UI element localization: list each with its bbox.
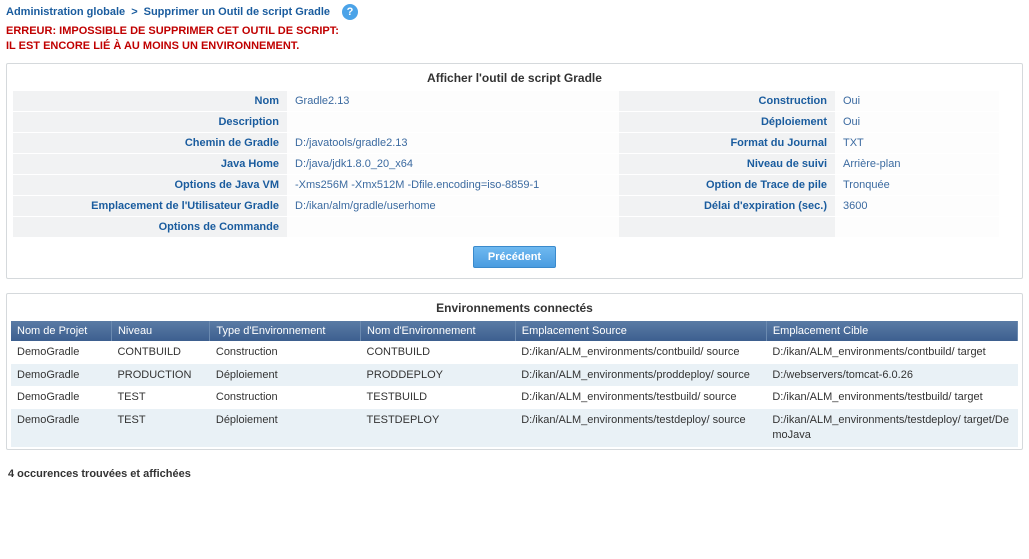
- env-result-count: 4 occurences trouvées et affichées: [6, 464, 1023, 486]
- breadcrumb-root-link[interactable]: Administration globale: [6, 6, 125, 18]
- cell-niveau: TEST: [111, 386, 209, 409]
- label-cmd-options: Options de Commande: [13, 217, 287, 238]
- tool-properties-grid: Nom Gradle2.13 Construction Oui Descript…: [13, 91, 1016, 238]
- value-java-vm-options: -Xms256M -Xmx512M -Dfile.encoding=iso-88…: [287, 175, 619, 196]
- label-niveau-suivi: Niveau de suivi: [619, 154, 835, 175]
- label-description: Description: [13, 112, 287, 133]
- cell-cible: D:/webservers/tomcat-6.0.26: [766, 364, 1017, 387]
- col-nomenv[interactable]: Nom d'Environnement: [361, 321, 516, 341]
- cell-niveau: PRODUCTION: [111, 364, 209, 387]
- label-java-home: Java Home: [13, 154, 287, 175]
- cell-cible: D:/ikan/ALM_environments/testbuild/ targ…: [766, 386, 1017, 409]
- env-panel-title: Environnements connectés: [11, 300, 1018, 321]
- label-chemin-gradle: Chemin de Gradle: [13, 133, 287, 154]
- value-gradle-user-home: D:/ikan/alm/gradle/userhome: [287, 196, 619, 217]
- cell-type: Déploiement: [210, 364, 361, 387]
- label-trace-option: Option de Trace de pile: [619, 175, 835, 196]
- table-row: DemoGradlePRODUCTIONDéploiementPRODDEPLO…: [11, 364, 1018, 387]
- tool-panel-title: Afficher l'outil de script Gradle: [13, 70, 1016, 91]
- cell-type: Construction: [210, 341, 361, 364]
- value-description: [287, 112, 619, 133]
- env-table: Nom de Projet Niveau Type d'Environnemen…: [11, 321, 1018, 447]
- cell-niveau: TEST: [111, 409, 209, 447]
- col-source[interactable]: Emplacement Source: [515, 321, 766, 341]
- table-row: DemoGradleTESTConstructionTESTBUILDD:/ik…: [11, 386, 1018, 409]
- cell-nomEnv: CONTBUILD: [361, 341, 516, 364]
- label-delai: Délai d'expiration (sec.): [619, 196, 835, 217]
- cell-cible: D:/ikan/ALM_environments/contbuild/ targ…: [766, 341, 1017, 364]
- error-line1: ERREUR: IMPOSSIBLE DE SUPPRIMER CET OUTI…: [6, 24, 1023, 39]
- label-empty: [619, 217, 835, 238]
- col-projet[interactable]: Nom de Projet: [11, 321, 111, 341]
- cell-projet: DemoGradle: [11, 364, 111, 387]
- cell-projet: DemoGradle: [11, 386, 111, 409]
- env-table-header-row: Nom de Projet Niveau Type d'Environnemen…: [11, 321, 1018, 341]
- cell-source: D:/ikan/ALM_environments/proddeploy/ sou…: [515, 364, 766, 387]
- cell-source: D:/ikan/ALM_environments/contbuild/ sour…: [515, 341, 766, 364]
- col-type[interactable]: Type d'Environnement: [210, 321, 361, 341]
- label-construction: Construction: [619, 91, 835, 112]
- table-row: DemoGradleCONTBUILDConstructionCONTBUILD…: [11, 341, 1018, 364]
- value-empty: [835, 217, 999, 238]
- cell-cible: D:/ikan/ALM_environments/testdeploy/ tar…: [766, 409, 1017, 447]
- cell-type: Construction: [210, 386, 361, 409]
- col-cible[interactable]: Emplacement Cible: [766, 321, 1017, 341]
- env-panel: Environnements connectés Nom de Projet N…: [6, 293, 1023, 450]
- value-delai: 3600: [835, 196, 999, 217]
- cell-nomEnv: TESTDEPLOY: [361, 409, 516, 447]
- label-nom: Nom: [13, 91, 287, 112]
- breadcrumb: Administration globale > Supprimer un Outi…: [6, 2, 1023, 22]
- value-journal-format: TXT: [835, 133, 999, 154]
- col-niveau[interactable]: Niveau: [111, 321, 209, 341]
- cell-niveau: CONTBUILD: [111, 341, 209, 364]
- help-icon[interactable]: ?: [342, 4, 358, 20]
- cell-source: D:/ikan/ALM_environments/testbuild/ sour…: [515, 386, 766, 409]
- value-cmd-options: [287, 217, 619, 238]
- error-message: ERREUR: IMPOSSIBLE DE SUPPRIMER CET OUTI…: [6, 22, 1023, 63]
- value-deploiement: Oui: [835, 112, 999, 133]
- value-construction: Oui: [835, 91, 999, 112]
- value-niveau-suivi: Arrière-plan: [835, 154, 999, 175]
- breadcrumb-sep: >: [131, 6, 137, 18]
- label-deploiement: Déploiement: [619, 112, 835, 133]
- value-nom: Gradle2.13: [287, 91, 619, 112]
- value-trace-option: Tronquée: [835, 175, 999, 196]
- label-java-vm-options: Options de Java VM: [13, 175, 287, 196]
- label-journal-format: Format du Journal: [619, 133, 835, 154]
- table-row: DemoGradleTESTDéploiementTESTDEPLOYD:/ik…: [11, 409, 1018, 447]
- breadcrumb-current: Supprimer un Outil de script Gradle: [144, 6, 330, 18]
- cell-projet: DemoGradle: [11, 341, 111, 364]
- value-java-home: D:/java/jdk1.8.0_20_x64: [287, 154, 619, 175]
- tool-panel: Afficher l'outil de script Gradle Nom Gr…: [6, 63, 1023, 279]
- cell-source: D:/ikan/ALM_environments/testdeploy/ sou…: [515, 409, 766, 447]
- cell-nomEnv: TESTBUILD: [361, 386, 516, 409]
- cell-type: Déploiement: [210, 409, 361, 447]
- label-gradle-user-home: Emplacement de l'Utilisateur Gradle: [13, 196, 287, 217]
- value-chemin-gradle: D:/javatools/gradle2.13: [287, 133, 619, 154]
- cell-projet: DemoGradle: [11, 409, 111, 447]
- error-line2: IL EST ENCORE LIÉ À AU MOINS UN ENVIRONN…: [6, 39, 1023, 54]
- cell-nomEnv: PRODDEPLOY: [361, 364, 516, 387]
- back-button[interactable]: Précédent: [473, 246, 556, 268]
